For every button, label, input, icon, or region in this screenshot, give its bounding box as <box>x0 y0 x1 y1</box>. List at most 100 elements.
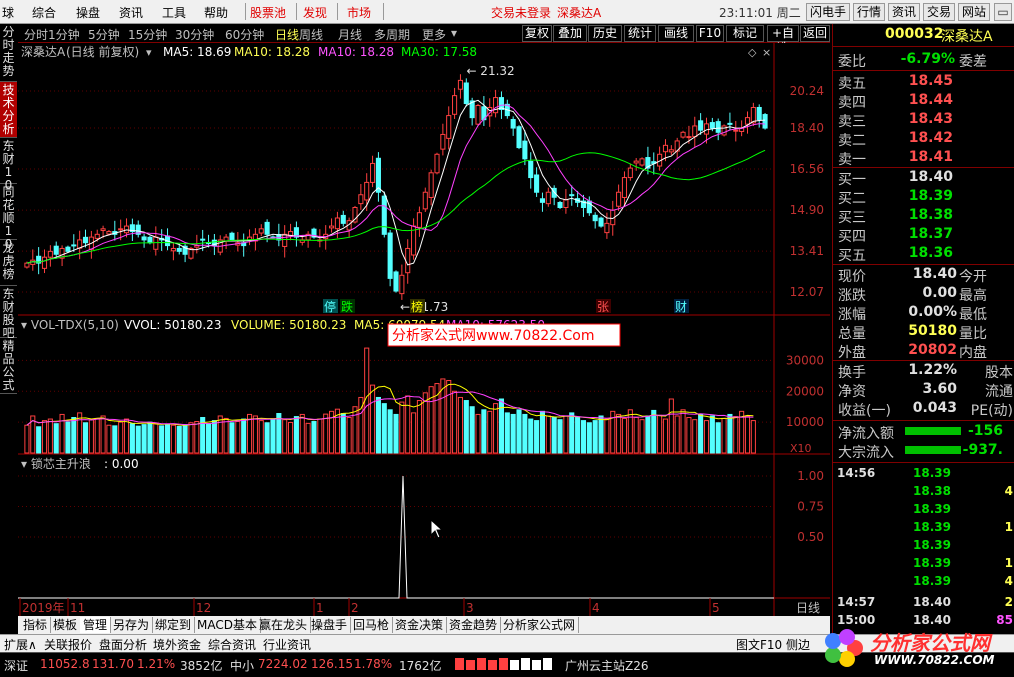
indicator-tab-7[interactable]: 操盘手 <box>308 617 352 633</box>
price-axis-label: 18.40 <box>790 121 824 135</box>
menu-item-tools[interactable]: 工具 <box>162 4 186 21</box>
left-tab-4[interactable]: 龙虎榜 <box>0 240 17 286</box>
left-tab-3[interactable]: 同花顺10 <box>0 184 17 251</box>
chart-toolbar-button-3[interactable]: 统计 <box>624 25 656 42</box>
main-legend-item-5: MA30: 17.58 <box>401 45 477 59</box>
indicator-tab-3[interactable]: 另存为 <box>110 617 154 633</box>
volume-bar <box>680 409 686 454</box>
buy-level-3[interactable]: 买三 18.38 <box>833 206 1014 226</box>
buy-level-4[interactable]: 买四 18.37 <box>833 225 1014 245</box>
period-tab-5[interactable]: 60分钟 <box>225 26 264 43</box>
period-tab-0[interactable]: 分时 <box>24 26 48 43</box>
menu-item-general[interactable]: 综合 <box>32 4 56 21</box>
login-status[interactable]: 交易未登录 <box>491 4 551 21</box>
event-label-1[interactable]: 跌 <box>340 299 355 314</box>
menu-item-market[interactable]: 市场 <box>347 4 371 21</box>
stat-row: 换手 1.22% 股本 <box>838 362 1013 381</box>
buy-level-1[interactable]: 买一 18.40 <box>833 168 1014 188</box>
menu-item-stock-pool[interactable]: 股票池 <box>250 4 286 21</box>
chart-toolbar-button-6[interactable]: 标记 <box>726 25 764 42</box>
sell-level-3[interactable]: 卖三 18.43 <box>833 110 1014 130</box>
left-tab-6[interactable]: 精品公式 <box>0 338 17 394</box>
trade-button[interactable]: 交易 <box>923 3 955 21</box>
event-label-2[interactable]: 榜 <box>410 299 425 314</box>
extension-tab-1[interactable]: 关联报价 <box>44 636 92 653</box>
volume-bar <box>299 413 305 454</box>
extension-tab-3[interactable]: 境外资金 <box>153 636 201 653</box>
legend-close-icon[interactable]: × <box>762 46 771 59</box>
chart-toolbar-button-7[interactable]: +自选 <box>767 25 799 55</box>
left-tab-5[interactable]: 东财股吧 <box>0 286 17 340</box>
event-label-3[interactable]: 张 <box>596 299 611 314</box>
menu-item-trading[interactable]: 操盘 <box>76 4 100 21</box>
menu-item-discover[interactable]: 发现 <box>303 4 327 21</box>
stock-chart[interactable]: 20.24 18.40 16.56 14.90 13.41 12.07 30000 20000… <box>18 43 830 616</box>
chart-toolbar-button-1[interactable]: 叠加 <box>553 25 587 42</box>
period-tab-4[interactable]: 30分钟 <box>175 26 214 43</box>
chart-toolbar-button-4[interactable]: 画线 <box>658 25 694 42</box>
quotes-button[interactable]: 行情 <box>853 3 885 21</box>
indicator-tab-8[interactable]: 回马枪 <box>350 617 394 633</box>
volume-axis-label: 10000 <box>786 415 824 429</box>
indicator-tab-9[interactable]: 资金决策 <box>392 617 448 633</box>
indicator-tab-10[interactable]: 资金趋势 <box>446 617 502 633</box>
main-legend-item-2: MA5: 18.69 <box>163 45 231 59</box>
indicator-tab-11[interactable]: 分析家公式网 <box>500 617 580 633</box>
indicator-tab-1[interactable]: 模板 <box>50 617 82 633</box>
period-tab-1[interactable]: 1分钟 <box>48 26 80 43</box>
indicator-tab-6[interactable]: 赢在龙头 <box>256 617 312 633</box>
restore-window-icon[interactable]: ▭ <box>994 3 1012 21</box>
sell-level-4[interactable]: 卖四 18.44 <box>833 91 1014 111</box>
f10-button[interactable]: 图文F10 <box>736 636 782 653</box>
event-label-4[interactable]: 财 <box>674 299 689 314</box>
indicator-tab-0[interactable]: 指标 <box>20 617 52 633</box>
extension-tab-0[interactable]: 扩展∧ <box>4 636 37 653</box>
period-tab-3[interactable]: 15分钟 <box>128 26 167 43</box>
price-axis-label: 20.24 <box>790 84 824 98</box>
buy-level-2[interactable]: 买二 18.39 <box>833 187 1014 207</box>
left-tab-2[interactable]: 东财10 <box>0 138 17 192</box>
period-tab-9[interactable]: 多周期 <box>374 26 410 43</box>
legend-chevron-icon[interactable]: ▾ <box>146 46 152 59</box>
volume-bar <box>36 426 42 454</box>
candle <box>434 152 440 175</box>
extension-tab-5[interactable]: 行业资讯 <box>263 636 311 653</box>
legend-diamond-icon[interactable]: ◇ <box>748 46 757 59</box>
volume-bar <box>575 417 581 454</box>
sell-level-1[interactable]: 卖一 18.41 <box>833 148 1014 168</box>
candle <box>381 191 387 238</box>
flash-order-button[interactable]: 闪电手 <box>806 3 850 21</box>
extension-tab-4[interactable]: 综合资讯 <box>208 636 256 653</box>
more-arrow-icon[interactable]: ▾ <box>451 26 457 40</box>
period-tab-10[interactable]: 更多 <box>422 26 446 43</box>
info-button[interactable]: 资讯 <box>888 3 920 21</box>
period-tab-6[interactable]: 日线 <box>275 26 299 43</box>
tick-row: 18.38 4 <box>913 484 1013 498</box>
stat-row: 外盘 20802 内盘 <box>838 342 987 361</box>
period-tab-2[interactable]: 5分钟 <box>88 26 120 43</box>
sell-level-5[interactable]: 卖五 18.45 <box>833 72 1014 92</box>
event-label-0[interactable]: 停 <box>323 299 338 314</box>
website-button[interactable]: 网站 <box>958 3 990 21</box>
left-tab-0[interactable]: 分时走势 <box>0 24 17 82</box>
volume-legend-item-2: VOLUME: 50180.23 <box>231 318 346 332</box>
tick-row: 14:57 18.40 2 <box>837 595 1013 609</box>
menu-item-ball[interactable]: 球 <box>2 4 14 21</box>
volume-bar <box>668 398 674 454</box>
indicator-tab-2[interactable]: 管理 <box>80 617 112 633</box>
menu-item-help[interactable]: 帮助 <box>204 4 228 21</box>
sell-level-2[interactable]: 卖二 18.42 <box>833 129 1014 149</box>
menu-item-news[interactable]: 资讯 <box>119 4 143 21</box>
period-tab-8[interactable]: 月线 <box>338 26 362 43</box>
indicator-tab-5[interactable]: MACD基本 <box>194 617 261 633</box>
indicator-tab-4[interactable]: 绑定到 <box>152 617 196 633</box>
chart-toolbar-button-5[interactable]: F10 <box>696 25 724 42</box>
chart-toolbar-button-0[interactable]: 复权 <box>522 25 552 42</box>
left-tab-1[interactable]: 技术分析 <box>0 82 17 138</box>
extension-tab-2[interactable]: 盘面分析 <box>99 636 147 653</box>
period-tab-7[interactable]: 周线 <box>299 26 323 43</box>
chart-toolbar-button-2[interactable]: 历史 <box>588 25 622 42</box>
buy-level-5[interactable]: 买五 18.36 <box>833 244 1014 264</box>
chart-toolbar-button-8[interactable]: 返回 <box>800 25 830 42</box>
side-button[interactable]: 侧边 <box>786 636 810 653</box>
